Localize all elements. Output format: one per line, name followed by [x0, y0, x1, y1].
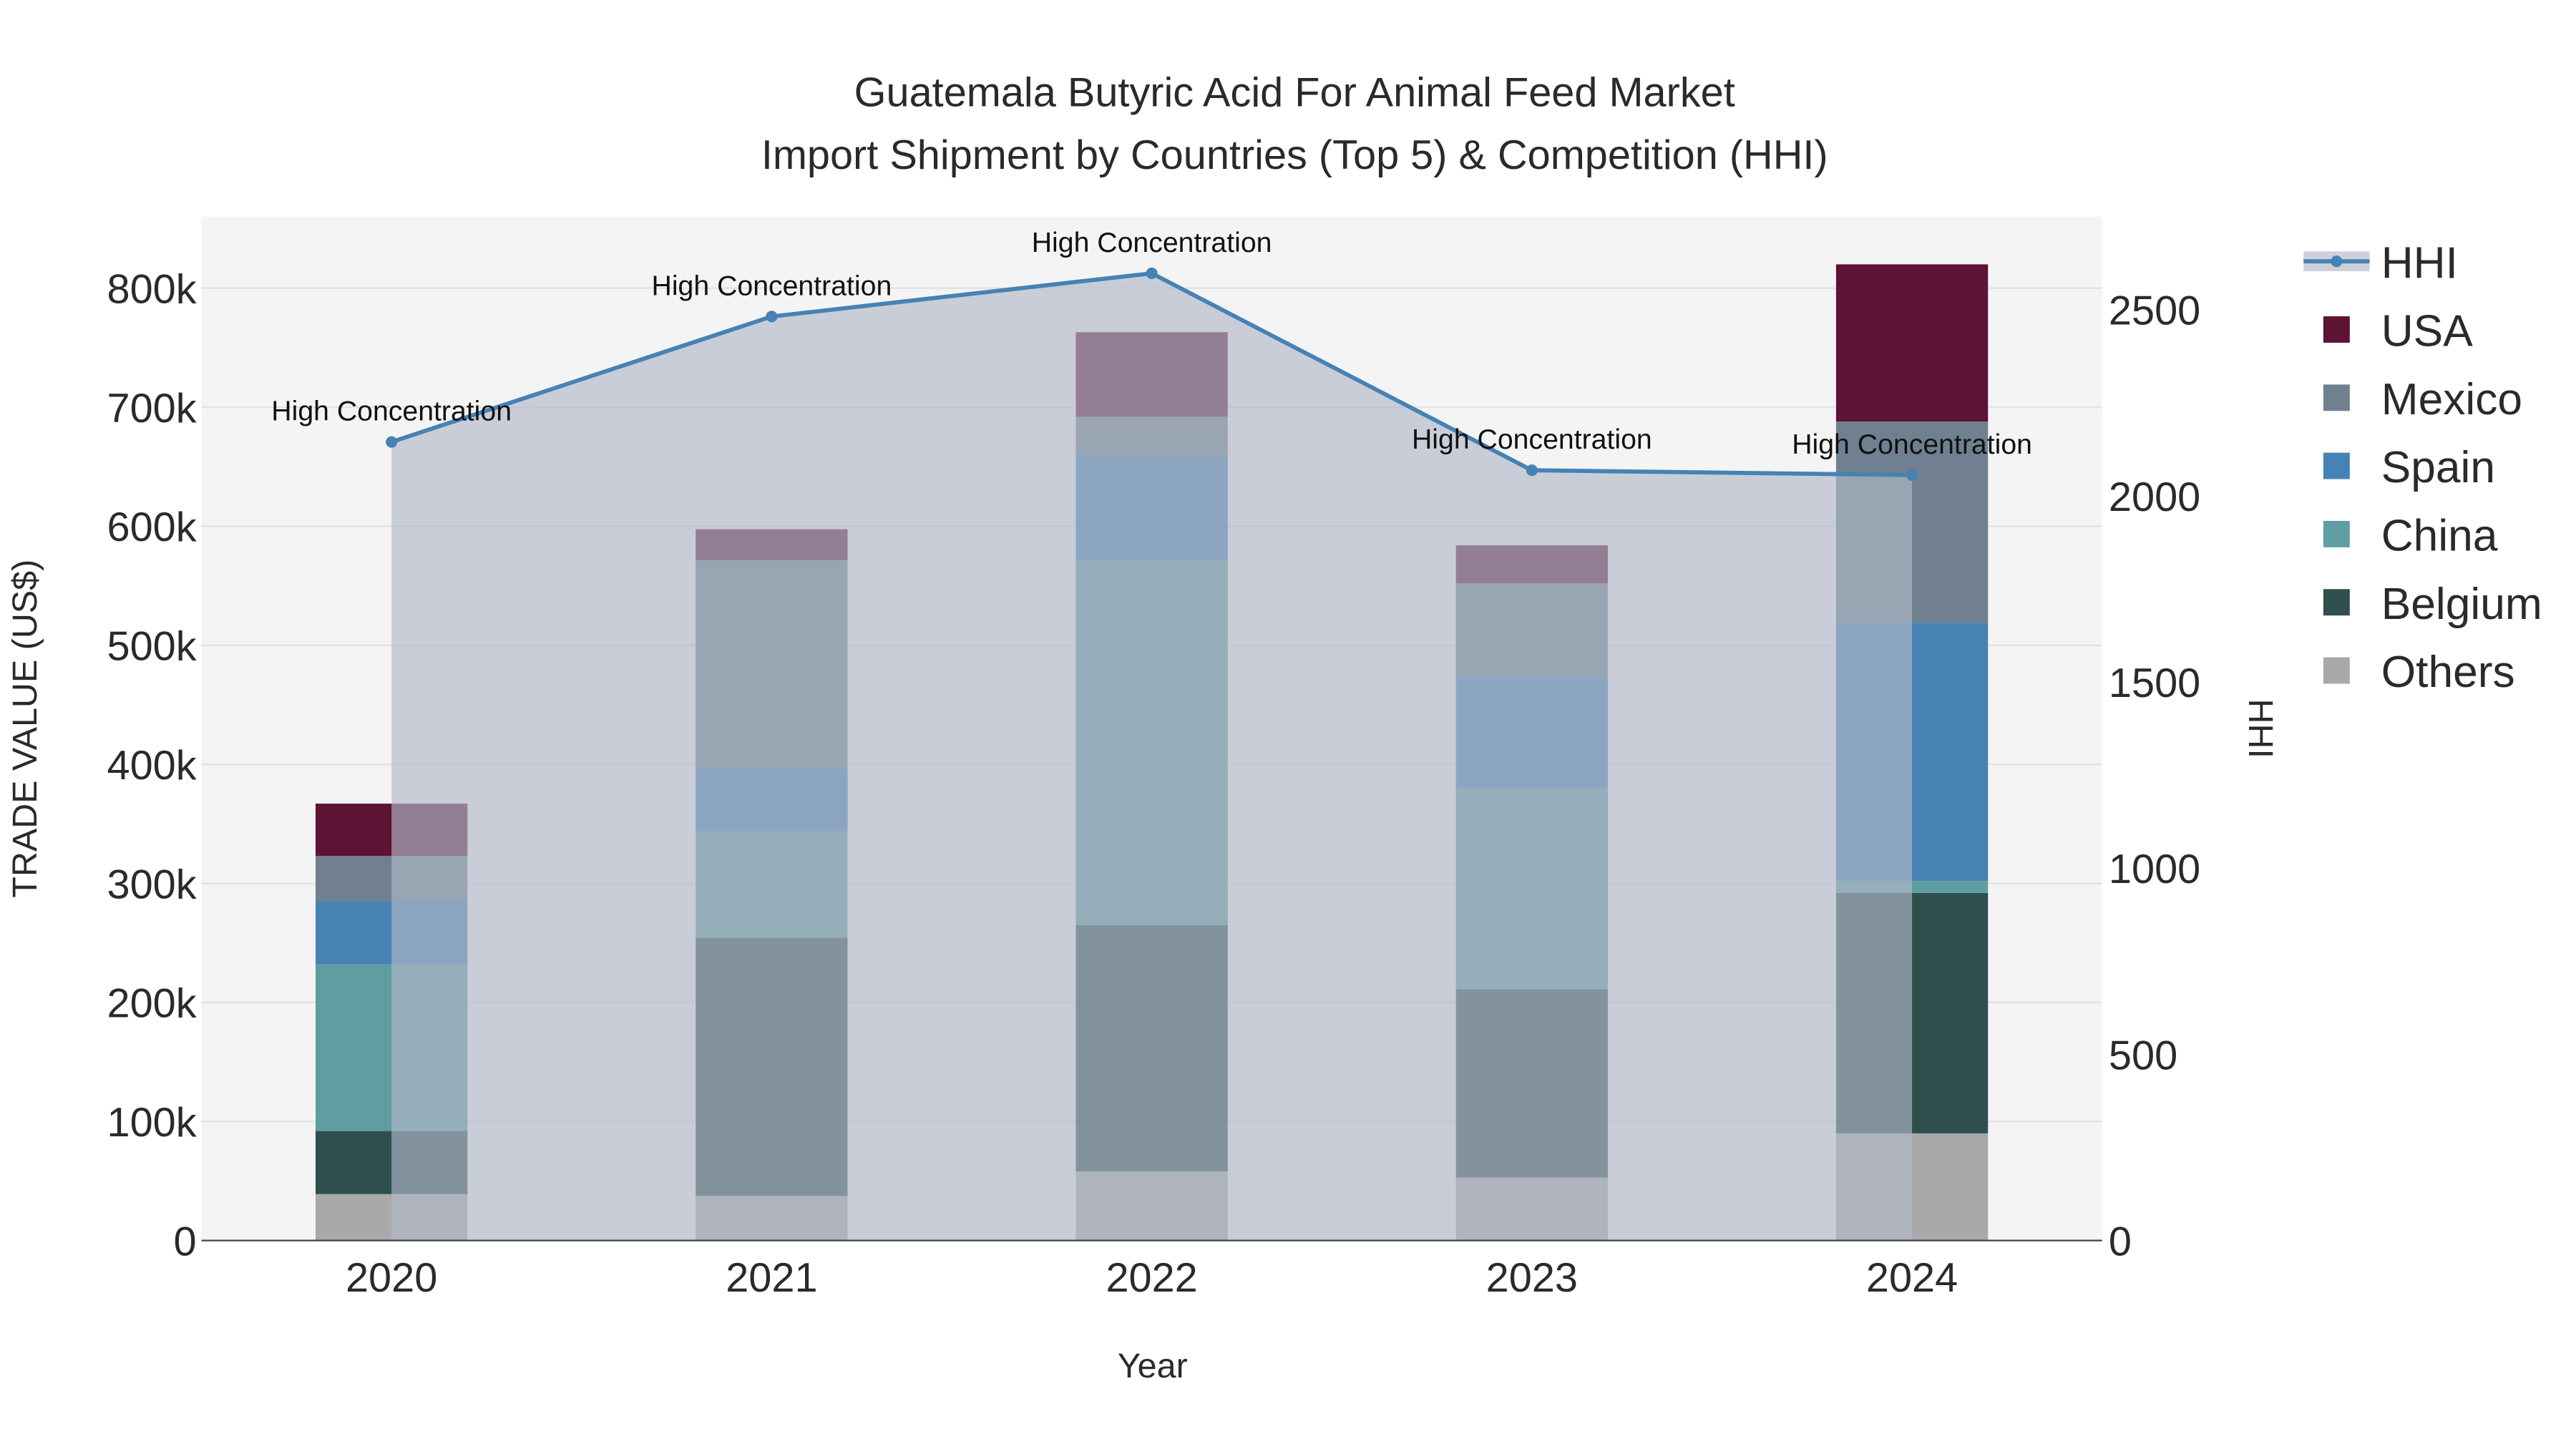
legend-swatch-mexico	[2323, 384, 2350, 411]
y-tick-label: 600k	[107, 504, 197, 550]
chart-subtitle: Import Shipment by Countries (Top 5) & C…	[761, 132, 1828, 178]
hhi-point-2021	[766, 311, 778, 323]
legend-swatch-china	[2323, 520, 2350, 547]
x-axis-title: Year	[1118, 1347, 1188, 1385]
legend-label-china: China	[2381, 512, 2498, 561]
y-axis-title: TRADE VALUE (US$)	[6, 560, 44, 898]
hhi-annotation: High Concentration	[1412, 424, 1652, 455]
hhi-annotation: High Concentration	[1032, 227, 1272, 258]
x-tick-label: 2023	[1486, 1255, 1578, 1301]
y-tick-label: 800k	[107, 266, 197, 312]
chart: Guatemala Butyric Acid For Animal Feed M…	[6, 69, 2542, 1385]
y2-tick-label: 2500	[2109, 288, 2200, 334]
y-tick-label: 100k	[107, 1100, 197, 1146]
y-tick-label: 300k	[107, 862, 197, 907]
y2-tick-label: 2000	[2109, 474, 2200, 520]
hhi-annotation: High Concentration	[271, 396, 512, 427]
x-tick-label: 2024	[1866, 1255, 1958, 1301]
y2-tick-label: 0	[2109, 1219, 2132, 1264]
legend-hhi-marker	[2331, 255, 2343, 268]
y2-axis-title: HHI	[2241, 699, 2280, 758]
y-tick-label: 500k	[107, 624, 197, 670]
hhi-point-2022	[1146, 267, 1158, 280]
legend-label-belgium: Belgium	[2381, 580, 2542, 629]
x-tick-label: 2021	[726, 1255, 817, 1301]
legend-swatch-belgium	[2323, 589, 2350, 616]
hhi-point-2024	[1906, 469, 1918, 482]
legend-label-hhi: HHI	[2381, 238, 2458, 288]
hhi-annotation: High Concentration	[652, 270, 892, 301]
y-tick-label: 700k	[107, 386, 197, 431]
legend-label-usa: USA	[2381, 307, 2474, 356]
x-tick-label: 2020	[346, 1255, 437, 1301]
chart-title: Guatemala Butyric Acid For Animal Feed M…	[854, 69, 1735, 115]
y-tick-label: 400k	[107, 743, 197, 789]
legend-label-spain: Spain	[2381, 443, 2495, 492]
hhi-point-2023	[1526, 464, 1538, 477]
legend-swatch-others	[2323, 657, 2350, 684]
x-tick-label: 2022	[1106, 1255, 1197, 1301]
legend-swatch-spain	[2323, 452, 2350, 479]
hhi-point-2020	[386, 436, 398, 448]
hhi-annotation: High Concentration	[1792, 429, 2032, 460]
legend-label-mexico: Mexico	[2381, 375, 2522, 424]
legend-label-others: Others	[2381, 648, 2515, 697]
legend-swatch-usa	[2323, 316, 2350, 343]
y-tick-label: 200k	[107, 981, 197, 1027]
y2-tick-label: 1500	[2109, 660, 2200, 706]
bar-usa-2024	[1835, 264, 1989, 422]
y-tick-label: 0	[174, 1219, 197, 1264]
y2-tick-label: 1000	[2109, 847, 2200, 892]
y2-tick-label: 500	[2109, 1033, 2177, 1078]
